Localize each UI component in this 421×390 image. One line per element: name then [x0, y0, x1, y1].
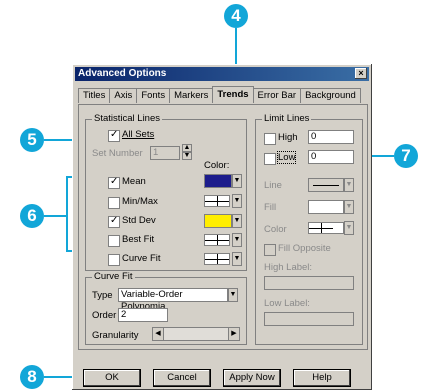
curve-fit-color-dropdown[interactable]: ▼: [232, 252, 242, 266]
limit-lines-group: Limit Lines High 0 Low 0 Line ▼ Fill ▼ C…: [255, 113, 363, 345]
callout-6-line: [44, 215, 66, 217]
tab-markers[interactable]: Markers: [169, 88, 214, 103]
line-style-select[interactable]: [308, 178, 344, 192]
statistical-lines-legend: Statistical Lines: [92, 113, 163, 124]
line-label: Line: [264, 180, 282, 191]
tab-fonts[interactable]: Fonts: [136, 88, 171, 103]
limit-lines-legend: Limit Lines: [262, 113, 312, 124]
callout-6-bracket-v: [66, 176, 68, 252]
high-label: High: [278, 132, 298, 143]
granularity-slider[interactable]: [152, 327, 240, 341]
advanced-options-dialog: Advanced Options × Titles Axis Fonts Mar…: [72, 64, 372, 390]
set-number-spinner-down[interactable]: ▼: [182, 152, 192, 160]
best-fit-color-dropdown[interactable]: ▼: [232, 233, 242, 247]
min-max-label: Min/Max: [122, 196, 158, 207]
mean-checkbox[interactable]: [108, 176, 120, 189]
std-dev-color-swatch[interactable]: [204, 214, 232, 228]
low-label-caption: Low Label:: [264, 298, 310, 309]
tab-titles[interactable]: Titles: [78, 88, 111, 103]
callout-6: 6: [20, 204, 44, 228]
low-label-input[interactable]: [264, 312, 354, 326]
low-label: Low: [276, 151, 297, 164]
order-label: Order: [92, 310, 117, 321]
curve-fit-label: Curve Fit: [122, 253, 161, 264]
curve-fit-color-swatch[interactable]: [204, 253, 230, 265]
type-select-dropdown[interactable]: ▼: [228, 288, 238, 302]
fill-label: Fill: [264, 202, 277, 213]
curve-fit-group: Curve Fit Type Variable-Order Polynomia …: [85, 271, 247, 345]
tab-strip: Titles Axis Fonts Markers Trends Error B…: [78, 86, 361, 104]
granularity-right-arrow[interactable]: ▶: [228, 327, 240, 341]
fill-dropdown[interactable]: ▼: [344, 200, 354, 214]
mean-color-swatch[interactable]: [204, 174, 232, 188]
type-select[interactable]: Variable-Order Polynomia: [118, 288, 228, 312]
callout-4: 4: [224, 4, 248, 28]
order-input[interactable]: 2: [118, 308, 168, 322]
all-sets-checkbox[interactable]: [108, 129, 120, 142]
set-number-spinner[interactable]: ▲: [182, 144, 192, 152]
close-icon[interactable]: ×: [355, 68, 367, 79]
tab-error-bar[interactable]: Error Bar: [252, 88, 302, 103]
fill-opposite-checkbox[interactable]: [264, 244, 276, 256]
line-style-dropdown[interactable]: ▼: [344, 178, 354, 192]
best-fit-checkbox[interactable]: [108, 235, 120, 247]
tab-background[interactable]: Background: [300, 88, 361, 103]
low-checkbox[interactable]: [264, 153, 276, 165]
best-fit-color-swatch[interactable]: [204, 234, 230, 246]
low-input[interactable]: 0: [308, 150, 354, 164]
std-dev-color-dropdown[interactable]: ▼: [232, 214, 242, 228]
high-label-caption: High Label:: [264, 262, 313, 273]
color-label: Color:: [204, 160, 230, 171]
best-fit-label: Best Fit: [122, 234, 155, 245]
cancel-button[interactable]: Cancel: [154, 370, 210, 386]
color-limit-label: Color: [264, 224, 287, 235]
granularity-label: Granularity: [92, 330, 139, 341]
help-button[interactable]: Help: [294, 370, 350, 386]
type-label: Type: [92, 290, 113, 301]
mean-color-dropdown[interactable]: ▼: [232, 174, 242, 188]
std-dev-checkbox[interactable]: [108, 215, 120, 228]
callout-8: 8: [20, 365, 44, 389]
granularity-left-arrow[interactable]: ◀: [152, 327, 164, 341]
curve-fit-checkbox[interactable]: [108, 254, 120, 266]
high-checkbox[interactable]: [264, 133, 276, 145]
min-max-checkbox[interactable]: [108, 197, 120, 209]
apply-now-button[interactable]: Apply Now: [224, 370, 280, 386]
limit-color-swatch[interactable]: [308, 222, 344, 234]
std-dev-label: Std Dev: [122, 215, 156, 226]
fill-opposite-label: Fill Opposite: [278, 243, 331, 254]
fill-swatch[interactable]: [308, 200, 344, 214]
mean-label: Mean: [122, 176, 146, 187]
set-number-input[interactable]: 1: [150, 146, 180, 160]
callout-5: 5: [20, 128, 44, 152]
limit-color-dropdown[interactable]: ▼: [344, 221, 354, 235]
tab-trends[interactable]: Trends: [212, 86, 254, 103]
curve-fit-legend: Curve Fit: [92, 271, 135, 282]
trends-panel: Statistical Lines All Sets Set Number 1 …: [78, 104, 368, 350]
set-number-label: Set Number: [92, 148, 143, 159]
callout-7: 7: [394, 144, 418, 168]
high-label-input[interactable]: [264, 276, 354, 290]
statistical-lines-group: Statistical Lines All Sets Set Number 1 …: [85, 113, 247, 271]
min-max-color-dropdown[interactable]: ▼: [232, 194, 242, 208]
high-input[interactable]: 0: [308, 130, 354, 144]
all-sets-label: All Sets: [122, 129, 155, 140]
dialog-titlebar: Advanced Options ×: [75, 67, 369, 81]
ok-button[interactable]: OK: [84, 370, 140, 386]
min-max-color-swatch[interactable]: [204, 195, 230, 207]
dialog-title: Advanced Options: [78, 68, 167, 79]
tab-axis[interactable]: Axis: [109, 88, 138, 103]
